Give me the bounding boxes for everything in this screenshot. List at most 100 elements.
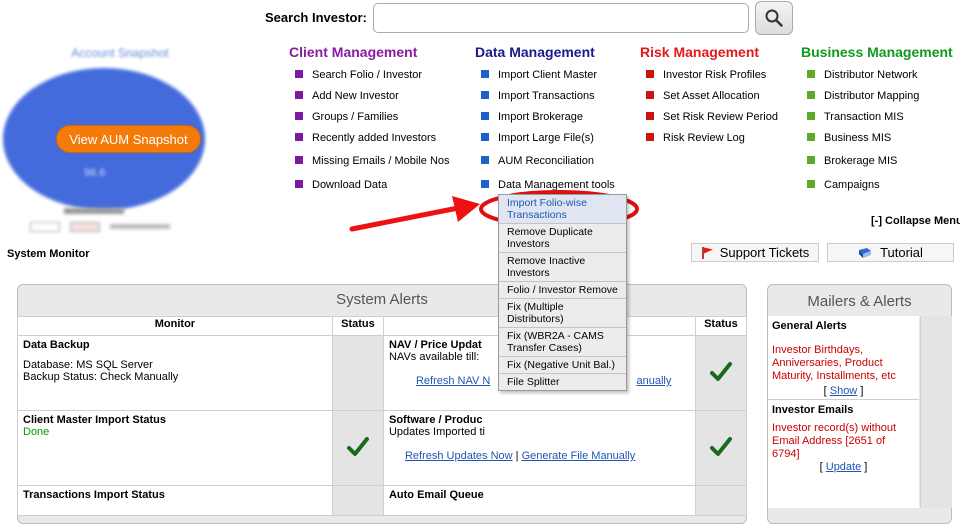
menu-column-title: Business Management xyxy=(801,44,953,60)
row-title: Data Backup xyxy=(23,339,90,351)
row-title: Client Master Import Status xyxy=(23,414,167,426)
menu-item[interactable]: Investor Risk Profiles xyxy=(646,69,766,81)
dropdown-item[interactable]: File Splitter xyxy=(499,374,626,390)
table-row: Client Master Import Status Done Softwar… xyxy=(17,410,748,486)
menu-item[interactable]: Transaction MIS xyxy=(807,111,904,123)
menu-item[interactable]: Brokerage MIS xyxy=(807,155,897,167)
collapse-menu-link[interactable]: [-] Collapse Menu xyxy=(871,215,960,227)
bullet-icon xyxy=(807,91,815,99)
status-cell xyxy=(331,410,384,486)
bullet-icon xyxy=(481,156,489,164)
checkmark-icon xyxy=(709,436,732,456)
dropdown-item[interactable]: Fix (Negative Unit Bal.) xyxy=(499,357,626,374)
dropdown-item[interactable]: Folio / Investor Remove xyxy=(499,282,626,299)
tutorial-button[interactable]: Tutorial xyxy=(827,243,954,262)
bullet-icon xyxy=(807,156,815,164)
menu-item-label: Search Folio / Investor xyxy=(312,69,423,81)
row-text: Database: MS SQL Server xyxy=(23,359,153,371)
menu-item[interactable]: Distributor Network xyxy=(807,69,918,81)
general-alerts-title: General Alerts xyxy=(772,320,847,332)
search-input[interactable] xyxy=(373,3,749,33)
menu-item[interactable]: Import Transactions xyxy=(481,90,595,102)
investor-emails-text: Investor record(s) without Email Address… xyxy=(772,422,897,460)
bullet-icon xyxy=(807,133,815,141)
system-alerts-table: Monitor Status Status Data Backup Databa… xyxy=(17,316,748,516)
menu-item-label: Distributor Network xyxy=(824,69,918,81)
menu-item-label: Import Client Master xyxy=(498,69,598,81)
menu-item-label: Missing Emails / Mobile Nos xyxy=(312,155,450,167)
book-icon xyxy=(859,247,872,258)
flag-icon xyxy=(701,246,713,259)
bullet-icon xyxy=(646,91,654,99)
bullet-icon xyxy=(807,70,815,78)
menu-item[interactable]: Search Folio / Investor xyxy=(295,69,422,81)
menu-item[interactable]: Risk Review Log xyxy=(646,132,745,144)
monitor-header: Monitor xyxy=(17,316,333,336)
menu-item[interactable]: Import Large File(s) xyxy=(481,132,594,144)
status-cell xyxy=(694,485,748,516)
bullet-icon xyxy=(481,91,489,99)
menu-item[interactable]: Import Brokerage xyxy=(481,111,583,123)
bullet-icon xyxy=(481,133,489,141)
menu-item-label: Risk Review Log xyxy=(663,132,745,144)
menu-item-label: AUM Reconciliation xyxy=(498,155,594,167)
dropdown-item[interactable]: Remove Duplicate Investors xyxy=(499,224,626,253)
status-cell xyxy=(694,335,748,411)
menu-item[interactable]: Campaigns xyxy=(807,179,880,191)
menu-item-label: Investor Risk Profiles xyxy=(663,69,767,81)
dropdown-item[interactable]: Fix (Multiple Distributors) xyxy=(499,299,626,328)
dropdown-item[interactable]: Remove Inactive Investors xyxy=(499,253,626,282)
dropdown-item[interactable]: Fix (WBR2A - CAMS Transfer Cases) xyxy=(499,328,626,357)
menu-item-label: Transaction MIS xyxy=(824,111,904,123)
view-aum-snapshot-button[interactable]: View AUM Snapshot xyxy=(56,125,201,153)
tutorial-label: Tutorial xyxy=(880,245,923,260)
menu-item-label: Brokerage MIS xyxy=(824,155,898,167)
nav-manual-link[interactable]: anually xyxy=(636,375,671,387)
menu-item[interactable]: Groups / Families xyxy=(295,111,398,123)
table-row: Transactions Import Status Auto Email Qu… xyxy=(17,485,748,516)
status-header: Status xyxy=(331,316,384,336)
snapshot-title: Account Snapshot xyxy=(71,46,169,60)
general-alerts-text: Investor Birthdays, Anniversaries, Produ… xyxy=(772,344,896,382)
row-title: Software / Produc xyxy=(388,414,483,426)
menu-item[interactable]: Import Client Master xyxy=(481,69,597,81)
generate-file-link[interactable]: Generate File Manually xyxy=(522,450,636,462)
menu-item[interactable]: Recently added Investors xyxy=(295,132,436,144)
bullet-icon xyxy=(481,70,489,78)
support-tickets-button[interactable]: Support Tickets xyxy=(691,243,819,262)
menu-item[interactable]: Set Risk Review Period xyxy=(646,111,778,123)
menu-item[interactable]: Business MIS xyxy=(807,132,891,144)
show-alerts-link[interactable]: Show xyxy=(830,385,858,397)
menu-item[interactable]: Distributor Mapping xyxy=(807,90,919,102)
menu-item[interactable]: AUM Reconciliation xyxy=(481,155,594,167)
snapshot-legend xyxy=(30,206,230,234)
refresh-nav-link[interactable]: Refresh NAV N xyxy=(416,375,490,387)
pie-label: 96.6 xyxy=(84,167,106,179)
data-management-tools-dropdown: Import Folio-wise Transactions Remove Dup… xyxy=(498,194,627,391)
refresh-updates-link[interactable]: Refresh Updates Now xyxy=(405,450,513,462)
menu-item-label: Set Asset Allocation xyxy=(663,90,760,102)
status-cell xyxy=(694,410,748,486)
row-text: Backup Status: Check Manually xyxy=(23,371,179,383)
row-text: Updates Imported ti xyxy=(388,426,485,438)
menu-column-title: Client Management xyxy=(289,44,418,60)
menu-item[interactable]: Missing Emails / Mobile Nos xyxy=(295,155,450,167)
search-button[interactable] xyxy=(755,1,793,35)
bullet-icon xyxy=(295,112,303,120)
menu-item-label: Import Large File(s) xyxy=(498,132,594,144)
investor-emails-title: Investor Emails xyxy=(768,399,919,416)
bullet-icon xyxy=(295,91,303,99)
dropdown-item[interactable]: Import Folio-wise Transactions xyxy=(499,195,626,224)
bullet-icon xyxy=(646,133,654,141)
menu-item-label: Campaigns xyxy=(824,179,880,191)
menu-item-label: Import Transactions xyxy=(498,90,595,102)
checkmark-icon xyxy=(709,361,732,381)
bullet-icon xyxy=(295,70,303,78)
mailers-status-column xyxy=(920,316,952,508)
search-icon xyxy=(765,9,783,27)
bullet-icon xyxy=(295,180,303,188)
row-title: Auto Email Queue xyxy=(388,489,484,501)
update-emails-link[interactable]: Update xyxy=(826,461,861,473)
menu-item[interactable]: Add New Investor xyxy=(295,90,399,102)
menu-item[interactable]: Set Asset Allocation xyxy=(646,90,760,102)
